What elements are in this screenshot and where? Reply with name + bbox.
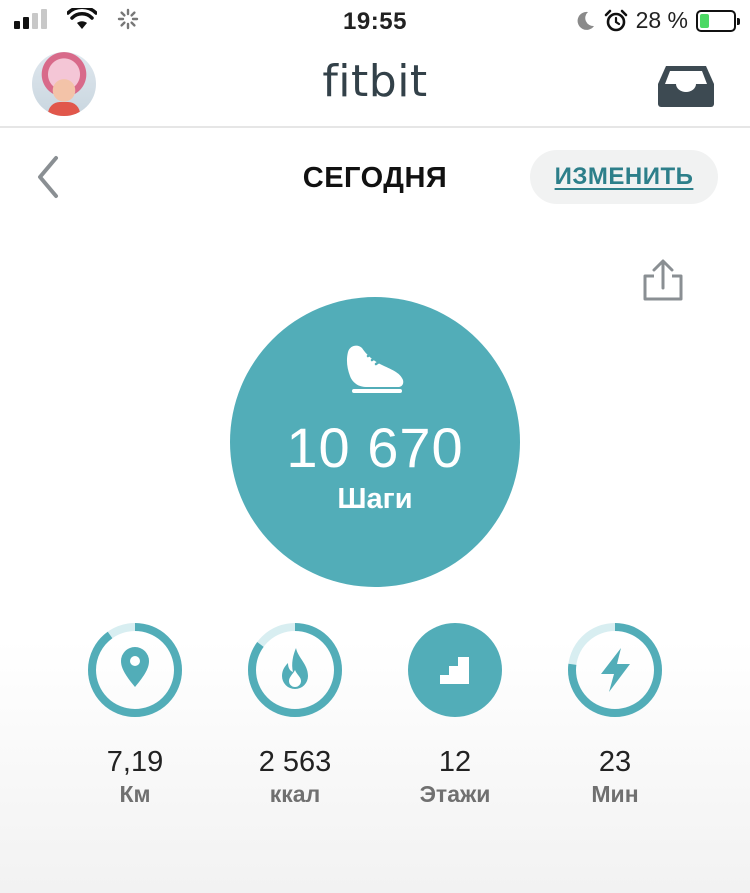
lightning-icon xyxy=(601,648,630,692)
moon-icon xyxy=(577,11,594,30)
stat-active-minutes[interactable]: 23 Мин xyxy=(545,620,685,808)
location-pin-icon xyxy=(121,647,149,687)
shoe-icon xyxy=(346,345,404,393)
stat-floors[interactable]: 12 Этажи xyxy=(385,620,525,808)
floors-ring xyxy=(405,620,505,720)
calories-value: 2 563 xyxy=(258,746,332,778)
fitbit-logo: fitbit xyxy=(322,56,428,107)
inbox-icon[interactable] xyxy=(656,64,716,108)
floors-value: 12 xyxy=(438,746,472,778)
calories-label: ккал xyxy=(269,781,321,807)
active-minutes-label: Мин xyxy=(591,781,639,807)
steps-label: Шаги xyxy=(337,483,413,515)
battery-percent: 28 % xyxy=(635,7,688,33)
date-nav: СЕГОДНЯ ИЗМЕНИТЬ xyxy=(0,130,750,230)
status-bar: 19:55 28 % xyxy=(0,0,750,42)
distance-value: 7,19 xyxy=(106,746,164,778)
steps-value: 10 670 xyxy=(286,416,464,479)
stat-calories[interactable]: 2 563 ккал xyxy=(225,620,365,808)
active-minutes-ring xyxy=(565,620,665,720)
distance-ring xyxy=(85,620,185,720)
app-header: fitbit xyxy=(0,42,750,128)
calories-ring xyxy=(245,620,345,720)
distance-label: Км xyxy=(119,781,151,807)
alarm-icon xyxy=(604,9,627,31)
flame-icon xyxy=(282,648,308,689)
edit-button[interactable]: ИЗМЕНИТЬ xyxy=(530,150,718,204)
steps-tile[interactable]: 10 670 Шаги xyxy=(230,297,520,587)
active-minutes-value: 23 xyxy=(598,746,632,778)
stat-distance[interactable]: 7,19 Км xyxy=(65,620,205,808)
battery-charging-icon xyxy=(696,9,740,32)
stairs-icon xyxy=(440,657,469,684)
battery-fill xyxy=(700,13,709,28)
share-icon[interactable] xyxy=(640,258,686,302)
floors-label: Этажи xyxy=(419,781,491,807)
